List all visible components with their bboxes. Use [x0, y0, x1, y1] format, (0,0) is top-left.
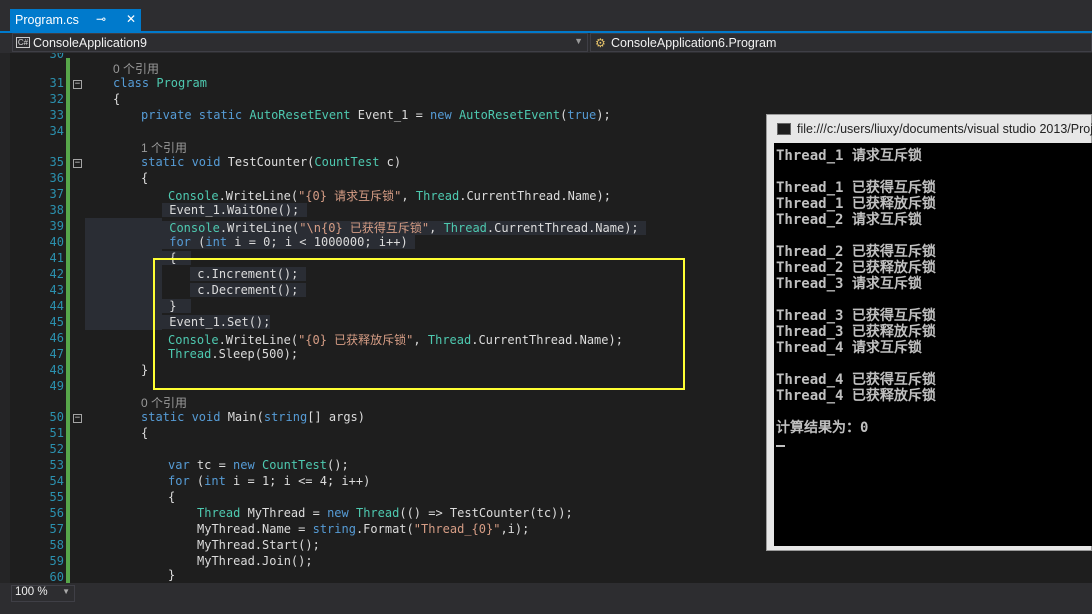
line-number: 32 — [49, 92, 64, 106]
code-line[interactable]: static void Main(string[] args) — [141, 410, 365, 424]
line-number: 51 — [49, 426, 64, 440]
zoom-level: 100 % — [15, 586, 48, 598]
code-line[interactable]: MyThread.Start(); — [197, 538, 320, 552]
line-number: 54 — [49, 474, 64, 488]
line-number: 34 — [49, 124, 64, 138]
code-line[interactable]: Thread MyThread = new Thread(() => TestC… — [197, 506, 573, 520]
code-line[interactable]: var tc = new CountTest(); — [168, 458, 349, 472]
code-line[interactable]: static void TestCounter(CountTest c) — [141, 155, 401, 169]
line-number: 49 — [49, 379, 64, 393]
navigation-bar: C# ConsoleApplication9 ▼ ⚙ ConsoleApplic… — [0, 33, 1092, 53]
close-icon[interactable]: ✕ — [126, 12, 136, 26]
line-number: 59 — [49, 554, 64, 568]
console-line: Thread_3 请求互斥锁 — [776, 276, 922, 292]
console-line: Thread_2 请求互斥锁 — [776, 212, 922, 228]
code-line[interactable]: } — [141, 363, 148, 377]
zoom-dropdown[interactable]: 100 % ▼ — [11, 585, 75, 602]
console-app-icon — [777, 123, 791, 135]
chevron-down-icon[interactable]: ▼ — [574, 36, 583, 46]
console-title-bar[interactable]: file:///c:/users/liuxy/documents/visual … — [767, 115, 1092, 143]
console-line: Thread_4 请求互斥锁 — [776, 340, 922, 356]
codelens-references[interactable]: 1 个引用 — [141, 139, 187, 156]
code-line[interactable]: class Program — [113, 76, 207, 90]
line-number: 46 — [49, 331, 64, 345]
code-line[interactable]: Event_1.WaitOne(); — [162, 203, 307, 217]
codelens-references[interactable]: 0 个引用 — [113, 60, 159, 77]
member-dropdown-label: ConsoleApplication6.Program — [611, 36, 777, 50]
codelens-references[interactable]: 0 个引用 — [141, 394, 187, 411]
selection-highlight — [85, 218, 162, 330]
tab-program-cs[interactable]: Program.cs ⊸ ✕ — [10, 9, 141, 32]
class-icon: ⚙ — [595, 36, 606, 50]
line-number: 43 — [49, 283, 64, 297]
code-line[interactable]: for (int i = 1; i <= 4; i++) — [168, 474, 370, 488]
pin-icon[interactable]: ⊸ — [96, 12, 106, 26]
line-number: 55 — [49, 490, 64, 504]
code-line[interactable]: MyThread.Name = string.Format("Thread_{0… — [197, 522, 529, 536]
code-line[interactable]: { — [113, 92, 120, 106]
text-cursor — [776, 445, 785, 447]
member-dropdown[interactable]: ⚙ ConsoleApplication6.Program — [590, 33, 1092, 52]
highlight-box — [153, 258, 685, 390]
line-number: 50 — [49, 410, 64, 424]
console-line: Thread_1 请求互斥锁 — [776, 148, 922, 164]
project-dropdown[interactable]: C# ConsoleApplication9 ▼ — [12, 33, 588, 52]
line-number: 40 — [49, 235, 64, 249]
line-number: 58 — [49, 538, 64, 552]
line-number: 31 — [49, 76, 64, 90]
line-number: 47 — [49, 347, 64, 361]
change-tracking-bar — [66, 58, 70, 583]
editor-left-strip — [0, 53, 10, 583]
line-number: 57 — [49, 522, 64, 536]
line-number: 36 — [49, 171, 64, 185]
line-number: 39 — [49, 219, 64, 233]
code-line[interactable]: { — [141, 171, 148, 185]
code-line[interactable]: } — [168, 568, 175, 582]
console-window[interactable]: file:///c:/users/liuxy/documents/visual … — [766, 114, 1092, 551]
line-number: 53 — [49, 458, 64, 472]
code-line[interactable]: { — [168, 490, 175, 504]
chevron-down-icon[interactable]: ▼ — [62, 587, 70, 596]
line-number: 60 — [49, 570, 64, 583]
line-number: 44 — [49, 299, 64, 313]
project-dropdown-label: ConsoleApplication9 — [33, 36, 147, 50]
status-bar: 100 % ▼ — [0, 583, 1092, 614]
line-number: 56 — [49, 506, 64, 520]
code-line[interactable]: { — [141, 426, 148, 440]
code-line[interactable]: Console.WriteLine("\n{0} 已获得互斥锁", Thread… — [162, 219, 646, 236]
line-number: 37 — [49, 187, 64, 201]
tab-strip — [0, 0, 1092, 32]
collapse-icon[interactable]: − — [73, 80, 82, 89]
csharp-project-icon: C# — [16, 37, 30, 48]
code-line[interactable]: Console.WriteLine("{0} 请求互斥锁", Thread.Cu… — [168, 187, 611, 204]
tab-label: Program.cs — [15, 13, 79, 27]
code-line[interactable]: MyThread.Join(); — [197, 554, 313, 568]
line-number: 30 — [49, 53, 64, 61]
console-line: 计算结果为：0 — [776, 420, 869, 436]
line-number: 35 — [49, 155, 64, 169]
line-number: 42 — [49, 267, 64, 281]
line-number: 45 — [49, 315, 64, 329]
collapse-icon[interactable]: − — [73, 159, 82, 168]
line-number: 52 — [49, 442, 64, 456]
code-line[interactable]: for (int i = 0; i < 1000000; i++) — [162, 235, 415, 249]
collapse-icon[interactable]: − — [73, 414, 82, 423]
line-number: 48 — [49, 363, 64, 377]
console-title: file:///c:/users/liuxy/documents/visual … — [797, 122, 1092, 136]
console-output: Thread_1 请求互斥锁 Thread_1 已获得互斥锁 Thread_1 … — [774, 143, 1092, 546]
line-number: 33 — [49, 108, 64, 122]
line-number: 41 — [49, 251, 64, 265]
line-number: 38 — [49, 203, 64, 217]
console-line: Thread_4 已获释放斥锁 — [776, 388, 936, 404]
code-line[interactable]: private static AutoResetEvent Event_1 = … — [141, 108, 611, 122]
